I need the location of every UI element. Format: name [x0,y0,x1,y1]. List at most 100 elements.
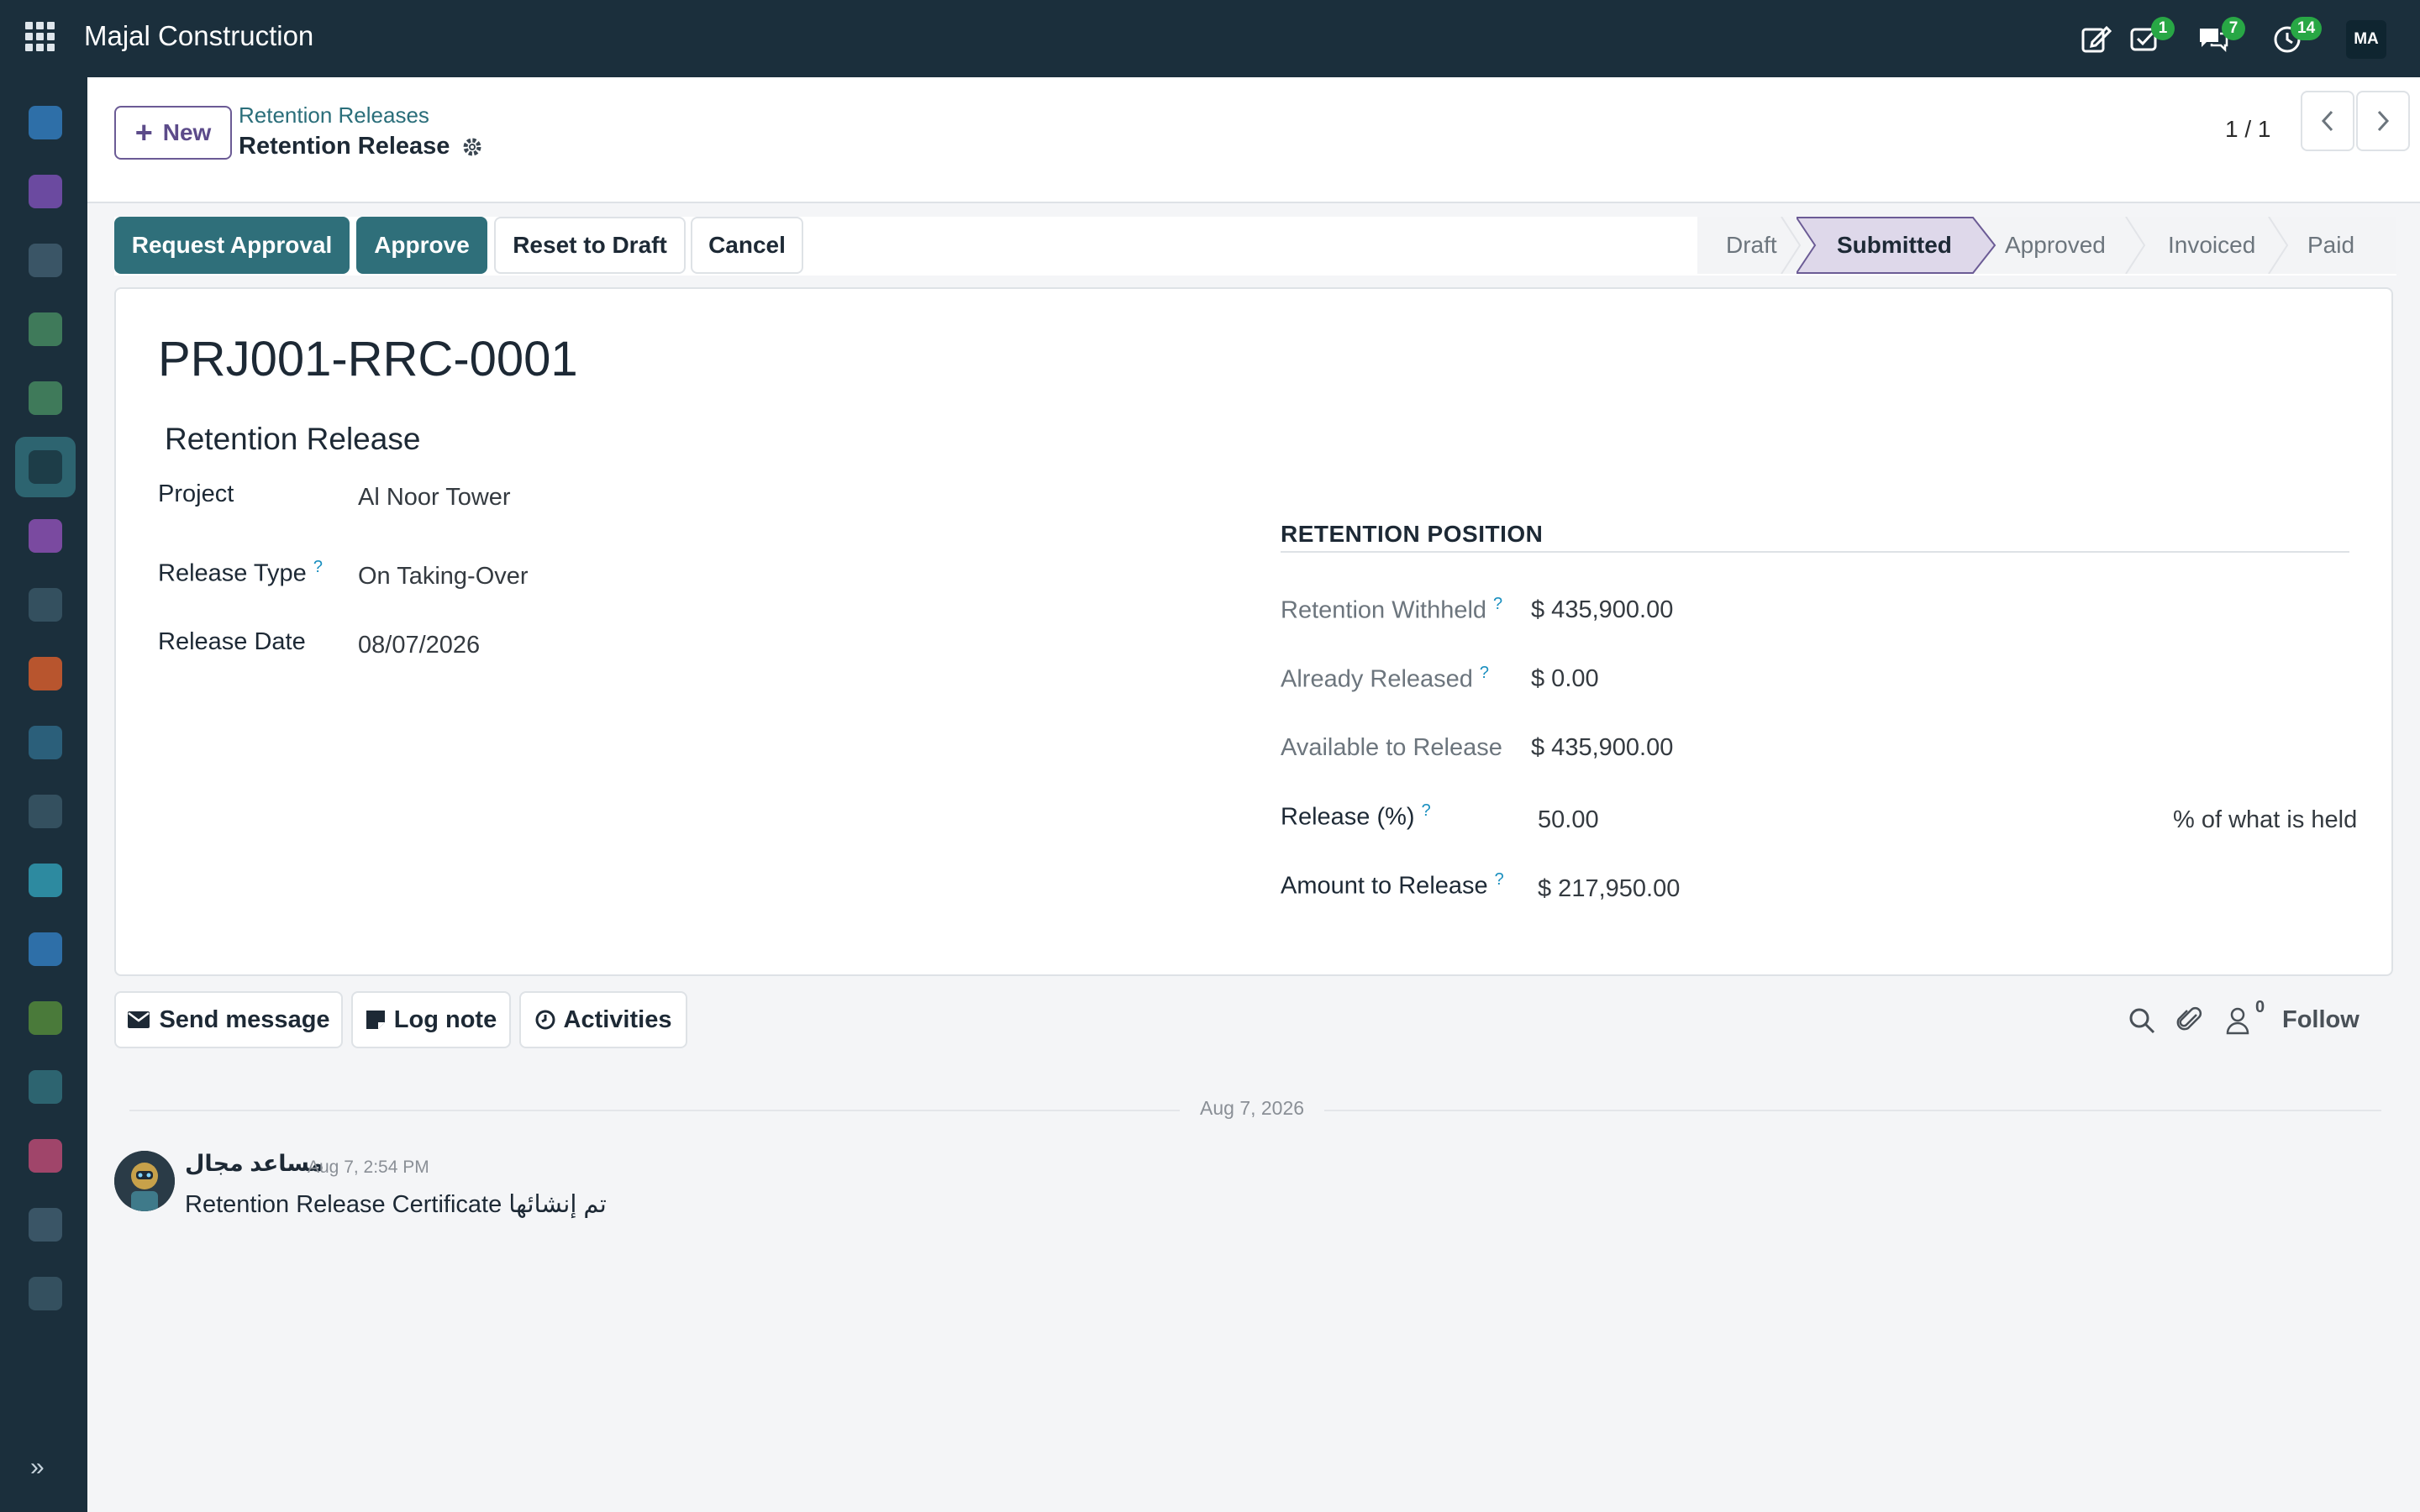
expand-sidebar-icon[interactable]: » [30,1453,45,1482]
sliders-icon [29,588,62,622]
blocks-icon [29,244,62,277]
app-sidebar: » [0,77,87,1512]
author-avatar[interactable] [114,1151,175,1211]
paperclip-icon[interactable] [2176,1006,2205,1035]
amount-to-release-label: Amount to Release? [1281,870,1504,900]
chatter-toolbar: Send message Log note Activities 0 Follo… [114,991,2396,1048]
chevron-right-icon [2377,110,2390,132]
sidebar-item-apps[interactable] [15,230,76,291]
top-navbar: Majal Construction 1 7 14 MA [0,0,2420,77]
release-percent-field[interactable]: 50.00 [1538,806,1599,834]
house-icon [29,1001,62,1035]
request-approval-button[interactable]: Request Approval [114,217,350,274]
company-name[interactable]: Majal Construction [84,20,313,52]
form-statusbar: Request Approval Approve Reset to Draft … [114,217,2396,276]
send-message-label: Send message [159,1005,330,1033]
document-icon [29,932,62,966]
sliders-icon [29,1277,62,1310]
send-message-button[interactable]: Send message [114,991,343,1048]
sidebar-item-documents[interactable] [15,919,76,979]
record-name[interactable]: PRJ001-RRC-0001 [158,331,578,387]
help-tooltip-icon[interactable]: ? [1495,870,1504,889]
messages-badge: 7 [2222,17,2245,40]
cancel-button[interactable]: Cancel [691,217,803,274]
breadcrumb-parent[interactable]: Retention Releases [239,102,429,129]
log-note-button[interactable]: Log note [351,991,511,1048]
project-field[interactable]: Al Noor Tower [358,484,511,512]
clock-icon [535,1010,555,1030]
new-button[interactable]: + New [114,106,232,160]
robot-avatar-icon [114,1151,175,1211]
sidebar-item-config[interactable] [15,781,76,842]
available-to-release-value: $ 435,900.00 [1531,734,1674,761]
sidebar-item-construction[interactable] [15,437,76,497]
sidebar-item-technical[interactable] [15,1263,76,1324]
sidebar-item-website[interactable] [15,850,76,911]
already-released-value: $ 0.00 [1531,665,1599,692]
group-divider [1281,551,2349,553]
approve-button[interactable]: Approve [356,217,487,274]
follower-user-icon[interactable] [2225,1006,2254,1035]
sidebar-item-discuss[interactable] [15,92,76,153]
release-date-field[interactable]: 08/07/2026 [358,632,480,659]
release-percent-hint: % of what is held [2173,806,2358,833]
clock-badge: 14 [2291,17,2323,40]
chevron-left-icon [2321,110,2333,132]
edit-note-icon[interactable] [2079,22,2112,55]
section-title: Retention Release [165,422,421,456]
pager-next-button[interactable] [2356,91,2410,151]
sidebar-item-todo[interactable] [15,368,76,428]
pager-previous-button[interactable] [2301,91,2354,151]
message-author[interactable]: مساعد مجال [185,1151,324,1177]
activities-button[interactable]: Activities [519,991,687,1048]
sidebar-item-employees[interactable] [15,1126,76,1186]
status-stages: Draft Submitted Approved Invoiced Paid [1697,217,2396,274]
retention-position-title: RETENTION POSITION [1281,521,1544,547]
stage-separators [1781,217,2289,274]
amount-to-release-label-text: Amount to Release [1281,872,1488,900]
sidebar-item-settings-list[interactable] [15,575,76,635]
wrench-icon [29,1070,62,1104]
globe-icon [29,864,62,897]
help-tooltip-icon[interactable]: ? [1493,595,1502,613]
flow-icon [29,726,62,759]
wallet-icon [29,657,62,690]
followers-count: 0 [2255,998,2265,1016]
sidebar-item-wallet[interactable] [15,643,76,704]
sliders-icon [29,795,62,828]
sidebar-item-security[interactable] [15,161,76,222]
release-type-field[interactable]: On Taking-Over [358,563,529,591]
blocks-icon [29,1208,62,1242]
retention-withheld-label-text: Retention Withheld [1281,596,1487,624]
help-tooltip-icon[interactable]: ? [1480,664,1489,682]
sidebar-item-flow[interactable] [15,712,76,773]
people-icon [29,1139,62,1173]
available-to-release-label: Available to Release [1281,734,1502,761]
message-timestamp: Aug 7, 2:54 PM [308,1158,429,1177]
sidebar-item-dashboard[interactable] [15,506,76,566]
help-tooltip-icon[interactable]: ? [313,558,323,576]
help-tooltip-icon[interactable]: ? [1422,801,1431,820]
sidebar-item-tools[interactable] [15,1057,76,1117]
sidebar-item-tasks[interactable] [15,299,76,360]
project-label: Project [158,480,234,507]
new-button-label: New [162,119,212,145]
already-released-label-text: Already Released [1281,665,1473,693]
checklist-icon [29,381,62,415]
sidebar-item-property[interactable] [15,988,76,1048]
release-percent-label: Release (%)? [1281,801,1431,832]
pager-value[interactable]: 1 / 1 [2225,106,2270,153]
dashboard-icon [29,519,62,553]
amount-to-release-value: $ 217,950.00 [1538,875,1681,902]
message-body: Retention Release Certificate تم إنشائها [185,1191,607,1218]
gear-icon[interactable] [461,136,483,158]
shield-icon [29,175,62,208]
reset-to-draft-button[interactable]: Reset to Draft [494,217,686,274]
app-menu-grid-icon[interactable] [25,22,55,52]
search-icon[interactable] [2128,1006,2156,1035]
user-avatar[interactable]: MA [2346,20,2386,59]
follow-button[interactable]: Follow [2282,991,2360,1048]
sidebar-item-modules[interactable] [15,1194,76,1255]
chat-icon [29,106,62,139]
already-released-label: Already Released? [1281,664,1489,694]
